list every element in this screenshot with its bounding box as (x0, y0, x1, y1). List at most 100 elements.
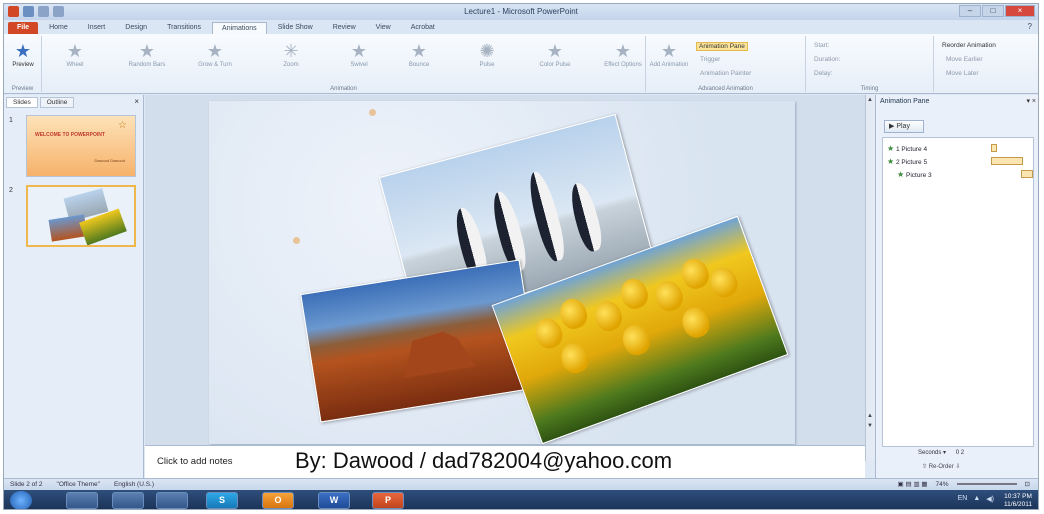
tulip-shape (557, 339, 592, 377)
reorder-label: Re-Order (928, 464, 954, 470)
fit-to-window-icon[interactable]: ⊡ (1025, 480, 1030, 488)
network-icon[interactable]: ▲ (973, 495, 980, 503)
tab-view[interactable]: View (367, 22, 400, 34)
tab-transitions[interactable]: Transitions (158, 22, 210, 34)
language-tray[interactable]: EN (958, 495, 968, 503)
notes-placeholder[interactable]: Click to add notes (157, 456, 233, 467)
seconds-dropdown[interactable]: Seconds ▾ (918, 450, 946, 456)
group-timing: Start: Duration: Delay: Timing (806, 36, 934, 92)
tulip-shape (531, 314, 567, 352)
timeline-scale-values: 0 2 (955, 450, 965, 456)
star-icon: ★ (138, 41, 156, 61)
tab-slides[interactable]: Slides (6, 97, 38, 108)
tab-slide-show[interactable]: Slide Show (269, 22, 322, 34)
animation-item[interactable]: ★ 1 Picture 4 (887, 144, 927, 153)
anim-random-bars[interactable]: ★ Random Bars (126, 40, 168, 68)
slide-number: 1 (9, 117, 13, 124)
star-icon: ★ (546, 41, 564, 61)
title-bar: Lecture1 - Microsoft PowerPoint – □ × (4, 4, 1038, 20)
tab-review[interactable]: Review (324, 22, 365, 34)
animation-item-label: Picture 3 (905, 172, 932, 179)
group-timing-label: Timing (860, 86, 879, 92)
taskbar-word[interactable]: W (318, 492, 350, 509)
powerpoint-window: Lecture1 - Microsoft PowerPoint – □ × Fi… (3, 3, 1039, 510)
tab-file[interactable]: File (8, 22, 39, 34)
anim-grow-turn[interactable]: ★ Grow & Turn (194, 40, 236, 68)
taskbar-powerpoint[interactable]: P (372, 492, 404, 509)
add-animation-button[interactable]: ★ Add Animation (648, 40, 690, 68)
effect-options-button[interactable]: ★ Effect Options (602, 40, 644, 68)
tab-home[interactable]: Home (40, 22, 77, 34)
close-icon[interactable]: ▾ × (1026, 97, 1036, 105)
preview-button[interactable]: ★ Preview (4, 40, 44, 68)
anim-wheel[interactable]: ★ Wheel (54, 40, 96, 68)
anim-label: Wheel (66, 62, 84, 68)
timeline-bar[interactable] (1021, 170, 1033, 178)
star-icon: ★ (887, 144, 895, 153)
system-clock[interactable]: 10:37 PM 11/6/2011 (1004, 493, 1032, 509)
tab-insert[interactable]: Insert (79, 22, 115, 34)
tulip-shape (618, 321, 654, 359)
timeline-bar[interactable] (991, 157, 1023, 165)
anim-pulse[interactable]: ✺ Pulse (466, 40, 508, 68)
trigger-button[interactable]: Trigger (700, 56, 720, 63)
next-slide-icon[interactable]: ▼ (867, 423, 873, 429)
group-reorder: Reorder Animation Move Earlier Move Late… (934, 36, 1038, 92)
animation-item[interactable]: ★ Picture 3 (897, 170, 932, 179)
effect-options-label: Effect Options (604, 62, 642, 68)
vertical-scrollbar[interactable]: ▲ ▲ ▼ (865, 95, 875, 461)
timeline-bar[interactable] (991, 144, 997, 152)
star-icon: ★ (14, 41, 32, 61)
maximize-button[interactable]: □ (982, 5, 1004, 17)
tab-outline[interactable]: Outline (39, 97, 75, 108)
animation-pane-title: Animation Pane (880, 98, 930, 105)
tulip-shape (556, 295, 591, 333)
zoom-slider[interactable] (956, 483, 1017, 485)
anim-label: Grow & Turn (198, 62, 232, 68)
taskbar-outlook[interactable]: O (262, 492, 294, 509)
animation-painter-button[interactable]: Animation Painter (700, 70, 751, 77)
star-icon: ☆ (118, 120, 127, 131)
tab-design[interactable]: Design (116, 22, 156, 34)
slide-thumbnail-2[interactable] (26, 185, 136, 247)
help-icon[interactable]: ? (1028, 22, 1032, 31)
volume-icon[interactable]: ◀) (986, 495, 994, 503)
anim-label: Color Pulse (539, 62, 571, 68)
group-preview: ★ Preview Preview (4, 36, 42, 92)
play-button[interactable]: ▶ Play (884, 120, 924, 133)
animation-pane: Animation Pane ▾ × ▶ Play ★ 1 Picture 4 … (875, 95, 1038, 478)
notes-pane[interactable]: Click to add notes By: Dawood / dad78200… (145, 445, 865, 478)
minimize-button[interactable]: – (959, 5, 981, 17)
reorder-label: Reorder Animation (942, 42, 996, 49)
move-later-button[interactable]: Move Later (946, 70, 979, 77)
theme-name[interactable]: "Office Theme" (57, 481, 100, 488)
windows-start-button[interactable] (10, 491, 32, 509)
slide-thumbnail-1[interactable]: ☆ WELCOME TO POWERPOINT Dawood Dawood (26, 115, 136, 177)
taskbar-messenger[interactable] (156, 492, 188, 509)
animation-item[interactable]: ★ 2 Picture 5 (887, 157, 927, 166)
taskbar-explorer[interactable] (66, 492, 98, 509)
taskbar-skype[interactable]: S (206, 492, 238, 509)
taskbar-media-player[interactable] (112, 492, 144, 509)
close-button[interactable]: × (1005, 5, 1035, 17)
anim-bounce[interactable]: ★ Bounce (398, 40, 440, 68)
anim-zoom[interactable]: ✳ Zoom (270, 40, 312, 68)
star-icon: ★ (206, 41, 224, 61)
slide-canvas[interactable] (209, 101, 795, 444)
animation-pane-button[interactable]: Animation Pane (696, 42, 748, 51)
previous-slide-icon[interactable]: ▲ (867, 413, 873, 419)
anim-swivel[interactable]: ★ Swivel (338, 40, 380, 68)
language-indicator[interactable]: English (U.S.) (114, 481, 154, 488)
view-buttons[interactable]: ▣ ▤ ▥ ▦ (898, 480, 928, 488)
anim-color-pulse[interactable]: ★ Color Pulse (534, 40, 576, 68)
close-icon[interactable]: × (134, 97, 139, 106)
start-label: Start: (814, 42, 830, 49)
tab-acrobat[interactable]: Acrobat (402, 22, 444, 34)
move-earlier-button[interactable]: Move Earlier (946, 56, 982, 63)
reorder-control[interactable]: ⇧ Re-Order ⇩ (922, 463, 960, 470)
tab-animations[interactable]: Animations (212, 22, 267, 34)
star-icon: ★ (887, 157, 895, 166)
scroll-up-icon[interactable]: ▲ (867, 97, 873, 103)
delay-label: Delay: (814, 70, 833, 77)
zoom-level[interactable]: 74% (936, 481, 949, 488)
